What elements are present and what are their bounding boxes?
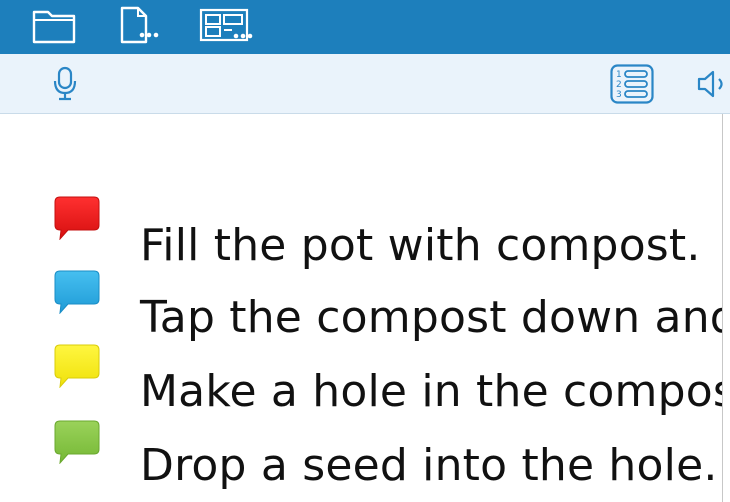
- list-number-3: 3: [616, 90, 622, 100]
- speech-bubble-icon[interactable]: [54, 344, 100, 388]
- step-row: Drop a seed into the hole.: [0, 420, 722, 494]
- step-text: Tap the compost down and: [140, 292, 722, 343]
- layout-more-icon[interactable]: [198, 6, 254, 46]
- secondary-toolbar: 1 2 3: [0, 54, 730, 114]
- step-row: Tap the compost down and: [0, 270, 722, 344]
- top-bar: [0, 0, 730, 54]
- folder-icon[interactable]: [30, 6, 78, 46]
- step-row: Make a hole in the compost: [0, 344, 722, 418]
- document-content: Fill the pot with compost. Tap the compo…: [0, 114, 722, 502]
- step-row: Fill the pot with compost.: [0, 196, 722, 271]
- step-text: Fill the pot with compost.: [140, 220, 701, 271]
- step-text: Make a hole in the compost: [140, 366, 722, 417]
- page-edge: [722, 114, 723, 502]
- speaker-icon[interactable]: [696, 68, 730, 100]
- speech-bubble-icon[interactable]: [54, 420, 100, 464]
- speech-bubble-icon[interactable]: [54, 196, 100, 240]
- step-text: Drop a seed into the hole.: [140, 440, 718, 491]
- list-number-2: 2: [616, 80, 622, 90]
- file-more-icon[interactable]: [116, 6, 164, 46]
- list-number-1: 1: [616, 70, 622, 80]
- numbered-list-icon[interactable]: 1 2 3: [610, 64, 654, 104]
- speech-bubble-icon[interactable]: [54, 270, 100, 314]
- microphone-icon[interactable]: [50, 66, 80, 102]
